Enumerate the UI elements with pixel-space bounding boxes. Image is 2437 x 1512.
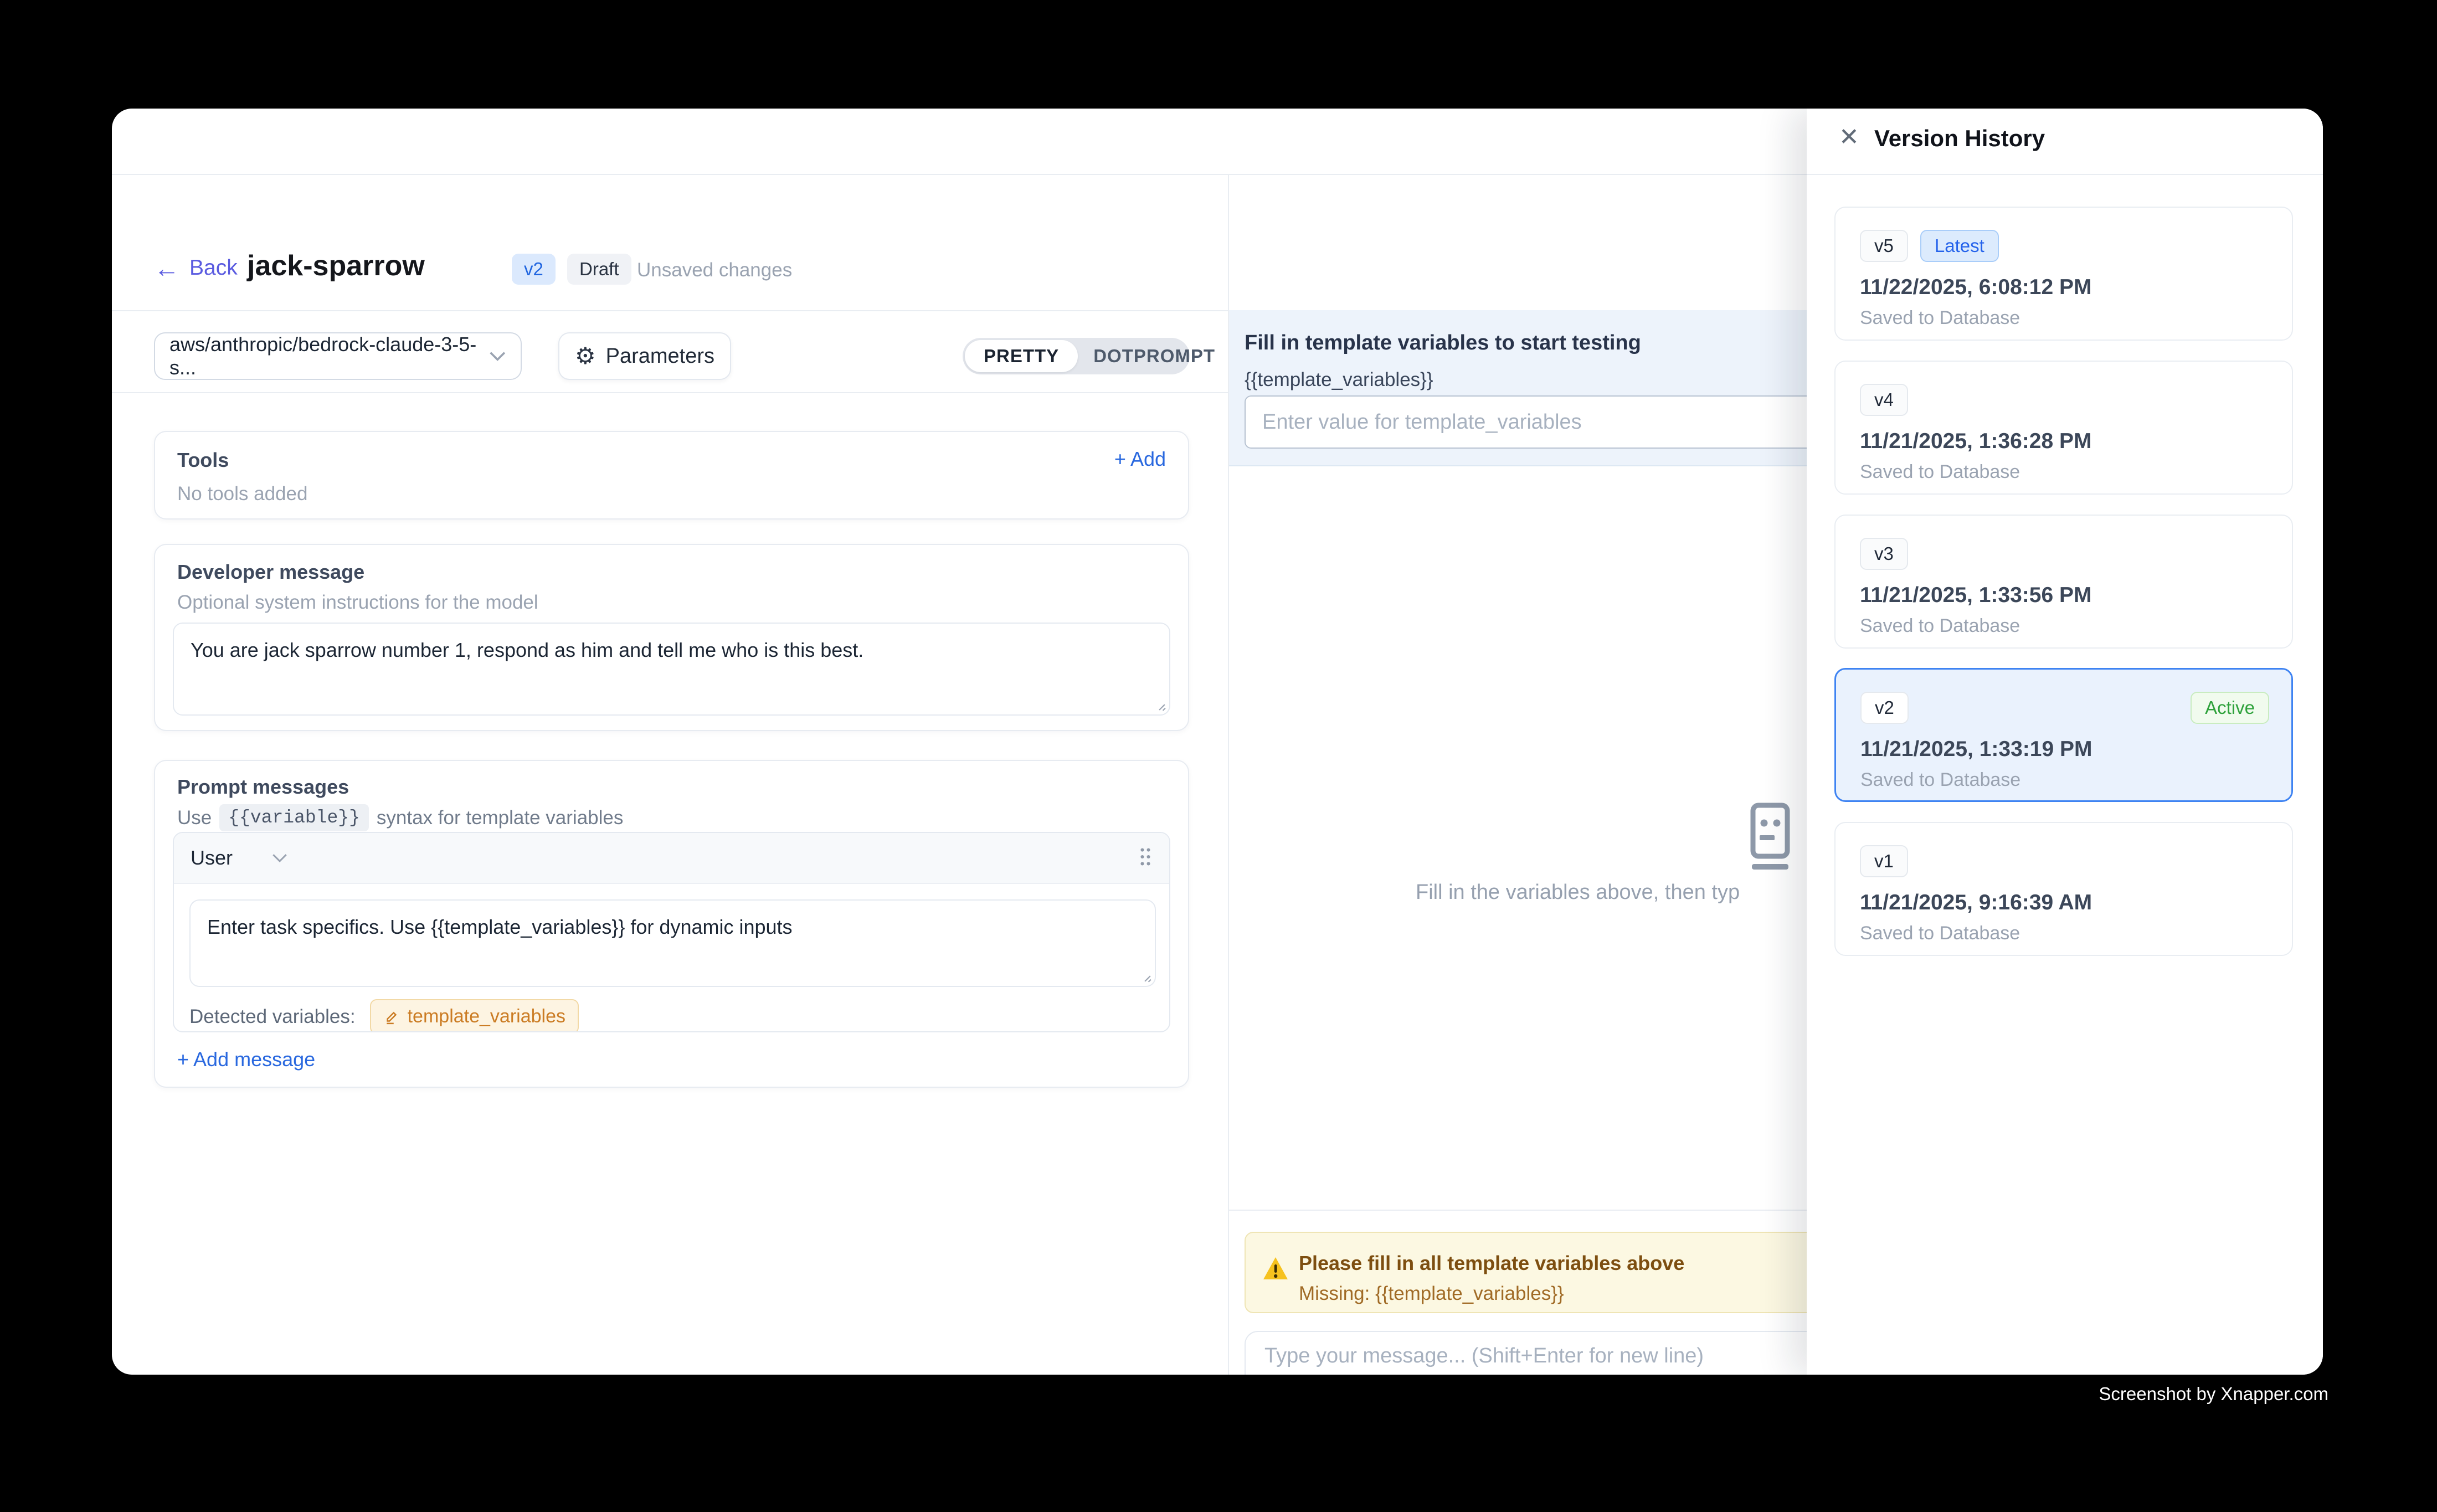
version-date: 11/21/2025, 1:33:56 PM — [1860, 583, 2268, 608]
bot-icon — [1742, 802, 1798, 874]
drag-handle[interactable] — [1138, 847, 1153, 870]
detected-variable-name: template_variables — [408, 1006, 565, 1027]
version-history-panel: ✕ Version History v5 Latest 11/22/2025, … — [1807, 109, 2323, 1375]
chevron-down-icon — [271, 852, 288, 863]
developer-message-title: Developer message — [177, 560, 364, 584]
version-saved-text: Saved to Database — [1860, 615, 2268, 637]
panel-header-divider — [1807, 174, 2323, 175]
toggle-pretty-label: PRETTY — [984, 346, 1059, 367]
tools-title: Tools — [177, 449, 229, 472]
warning-missing-text: Missing: {{template_variables}} — [1299, 1283, 1564, 1305]
badge-row: v1 — [1860, 845, 2268, 877]
version-card-v5[interactable]: v5 Latest 11/22/2025, 6:08:12 PM Saved t… — [1834, 207, 2293, 341]
version-card-v2[interactable]: v2 Active 11/21/2025, 1:33:19 PM Saved t… — [1834, 668, 2293, 802]
chevron-down-icon — [489, 350, 506, 362]
tools-empty-text: No tools added — [177, 483, 307, 505]
toggle-dotprompt-label: DOTPROMPT — [1093, 346, 1215, 367]
draft-status-badge: Draft — [567, 254, 631, 285]
back-arrow-icon: ← — [154, 255, 179, 281]
version-date: 11/21/2025, 9:16:39 AM — [1860, 891, 2268, 915]
detected-variables-row: Detected variables: template_variables — [189, 999, 579, 1032]
tools-card: Tools + Add No tools added — [154, 431, 1189, 520]
version-label-badge: v3 — [1860, 538, 1908, 570]
detected-variable-chip[interactable]: template_variables — [370, 999, 579, 1032]
warning-icon — [1262, 1256, 1289, 1280]
unsaved-changes-label: Unsaved changes — [637, 259, 792, 281]
version-saved-text: Saved to Database — [1860, 923, 2268, 944]
toggle-dotprompt[interactable]: DOTPROMPT — [1078, 340, 1231, 372]
gear-icon: ⚙ — [575, 344, 596, 368]
page-title: jack-sparrow — [247, 249, 425, 282]
pencil-icon — [383, 1009, 400, 1025]
role-select[interactable]: User — [191, 846, 288, 870]
detected-variables-label: Detected variables: — [189, 1006, 356, 1028]
version-saved-text: Saved to Database — [1860, 307, 2268, 329]
version-label-badge: v1 — [1860, 845, 1908, 877]
back-label: Back — [189, 256, 238, 280]
resize-handle-icon[interactable] — [1151, 697, 1166, 711]
add-tool-button[interactable]: + Add — [1114, 448, 1166, 471]
version-date: 11/22/2025, 6:08:12 PM — [1860, 275, 2268, 300]
warning-title: Please fill in all template variables ab… — [1299, 1252, 1684, 1275]
version-saved-text: Saved to Database — [1860, 769, 2267, 791]
header-version-badge: v2 — [512, 254, 556, 285]
message-textarea[interactable]: Enter task specifics. Use {{template_var… — [189, 899, 1156, 987]
syntax-code-chip: {{variable}} — [219, 804, 369, 831]
version-date: 11/21/2025, 1:33:19 PM — [1860, 737, 2267, 762]
version-label-badge: v2 — [1860, 692, 1909, 724]
resize-handle-icon[interactable] — [1137, 968, 1151, 983]
parameters-button[interactable]: ⚙ Parameters — [558, 332, 731, 380]
developer-message-field-wrap: You are jack sparrow number 1, respond a… — [173, 623, 1170, 716]
version-card-v3[interactable]: v3 11/21/2025, 1:33:56 PM Saved to Datab… — [1834, 515, 2293, 649]
app-window: ← Back jack-sparrow v2 Draft Unsaved cha… — [112, 109, 2323, 1375]
message-block: User Enter task specifics. Use {{templat… — [173, 832, 1170, 1032]
empty-state-text: Fill in the variables above, then typ — [1416, 881, 1740, 904]
close-icon[interactable]: ✕ — [1839, 123, 1859, 151]
variables-banner-title: Fill in template variables to start test… — [1245, 331, 1641, 355]
version-card-v4[interactable]: v4 11/21/2025, 1:36:28 PM Saved to Datab… — [1834, 361, 2293, 495]
developer-message-card: Developer message Optional system instru… — [154, 544, 1189, 731]
syntax-prefix: Use — [177, 807, 212, 829]
version-saved-text: Saved to Database — [1860, 461, 2268, 483]
message-field-wrap: Enter task specifics. Use {{template_var… — [189, 899, 1156, 987]
header-divider — [112, 310, 1228, 311]
badge-row: v3 — [1860, 538, 2268, 570]
drag-dots-icon — [1138, 847, 1153, 867]
variable-name-label: {{template_variables}} — [1245, 369, 1433, 391]
message-header: User — [174, 833, 1169, 884]
developer-message-textarea[interactable]: You are jack sparrow number 1, respond a… — [173, 623, 1170, 716]
syntax-hint: Use {{variable}} syntax for template var… — [177, 804, 623, 831]
prompt-messages-card: Prompt messages Use {{variable}} syntax … — [154, 760, 1189, 1088]
role-select-value: User — [191, 846, 233, 870]
badge-row: v4 — [1860, 384, 2268, 416]
version-history-title: Version History — [1874, 125, 2045, 152]
version-date: 11/21/2025, 1:36:28 PM — [1860, 429, 2268, 454]
model-select-value: aws/anthropic/bedrock-claude-3-5-s... — [169, 333, 489, 379]
format-toggle: PRETTY DOTPROMPT — [963, 338, 1190, 374]
toggle-pretty[interactable]: PRETTY — [965, 340, 1078, 372]
add-message-button[interactable]: + Add message — [177, 1048, 315, 1071]
latest-badge: Latest — [1920, 230, 1999, 262]
badge-row: v5 Latest — [1860, 230, 2268, 262]
back-button[interactable]: ← Back — [154, 250, 238, 286]
prompt-messages-title: Prompt messages — [177, 775, 349, 799]
modelbar-divider — [112, 392, 1228, 393]
active-badge: Active — [2191, 692, 2269, 724]
parameters-label: Parameters — [606, 344, 714, 368]
model-select[interactable]: aws/anthropic/bedrock-claude-3-5-s... — [154, 332, 522, 380]
version-label-badge: v4 — [1860, 384, 1908, 416]
developer-message-subtitle: Optional system instructions for the mod… — [177, 592, 538, 614]
version-card-v1[interactable]: v1 11/21/2025, 9:16:39 AM Saved to Datab… — [1834, 822, 2293, 956]
syntax-suffix: syntax for template variables — [377, 807, 623, 829]
screenshot-credit: Screenshot by Xnapper.com — [2099, 1384, 2328, 1405]
version-label-badge: v5 — [1860, 230, 1908, 262]
